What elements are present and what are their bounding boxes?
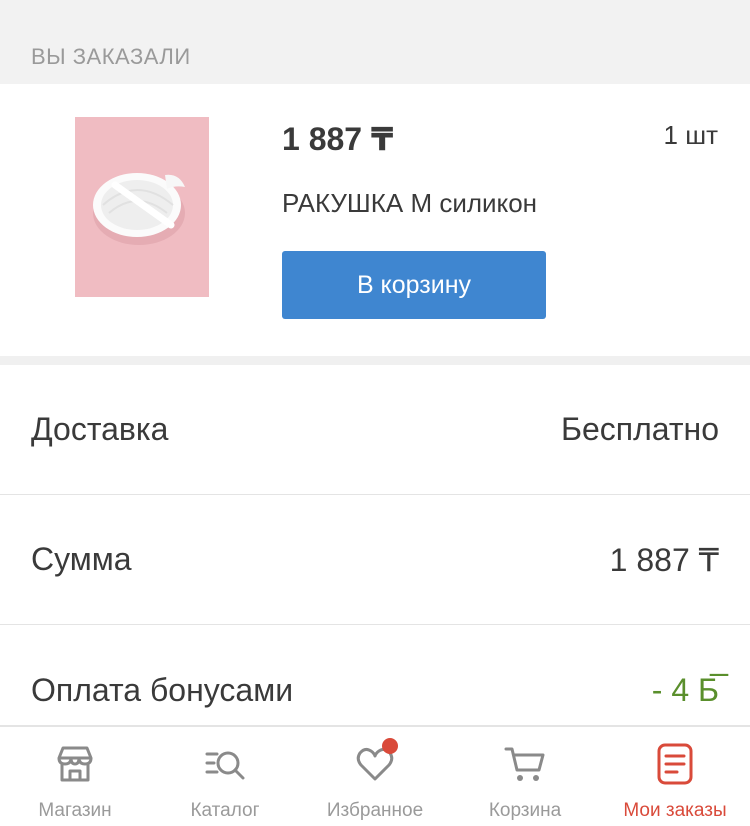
favorites-notification-dot [382,738,398,754]
total-label: Сумма [31,541,132,577]
nav-label-catalog: Каталог [190,800,260,821]
section-divider [0,356,750,365]
item-name[interactable]: РАКУШКА М силикон [282,188,537,219]
nav-item-catalog[interactable]: Каталог [150,727,300,826]
cart-icon [504,747,545,781]
nav-label-cart: Корзина [488,800,562,821]
product-image[interactable] [75,117,209,297]
bonus-label: Оплата бонусами [31,671,294,708]
section-title: ВЫ ЗАКАЗАЛИ [31,44,191,69]
nav-label-favorites: Избранное [326,800,424,821]
bottom-navigation: Магазин Каталог Избранное Корзина Мои за… [0,725,750,826]
delivery-value: Бесплатно [560,411,719,447]
nav-item-shop[interactable]: Магазин [0,727,150,826]
shell-mold-image [75,117,209,297]
bonus-value: - 4 Б̅ [651,671,719,708]
total-value: 1 887 ₸ [609,541,719,578]
delivery-row: Доставка Бесплатно [0,365,750,495]
catalog-search-icon [205,751,245,780]
nav-item-favorites[interactable]: Избранное [300,727,450,826]
orders-icon [657,743,693,785]
add-to-cart-button[interactable]: В корзину [282,251,546,319]
nav-label-shop: Магазин [38,800,112,821]
item-price: 1 887 ₸ [282,121,394,157]
nav-label-my-orders: Мои заказы [623,800,727,821]
nav-item-my-orders[interactable]: Мои заказы [600,727,750,826]
order-item: 1 887 ₸ 1 шт РАКУШКА М силикон В корзину [0,84,750,356]
store-icon [57,746,93,782]
nav-item-cart[interactable]: Корзина [450,727,600,826]
total-row: Сумма 1 887 ₸ [0,495,750,625]
delivery-label: Доставка [31,411,169,447]
item-quantity: 1 шт [663,120,718,150]
order-section-header: ВЫ ЗАКАЗАЛИ [0,0,750,84]
